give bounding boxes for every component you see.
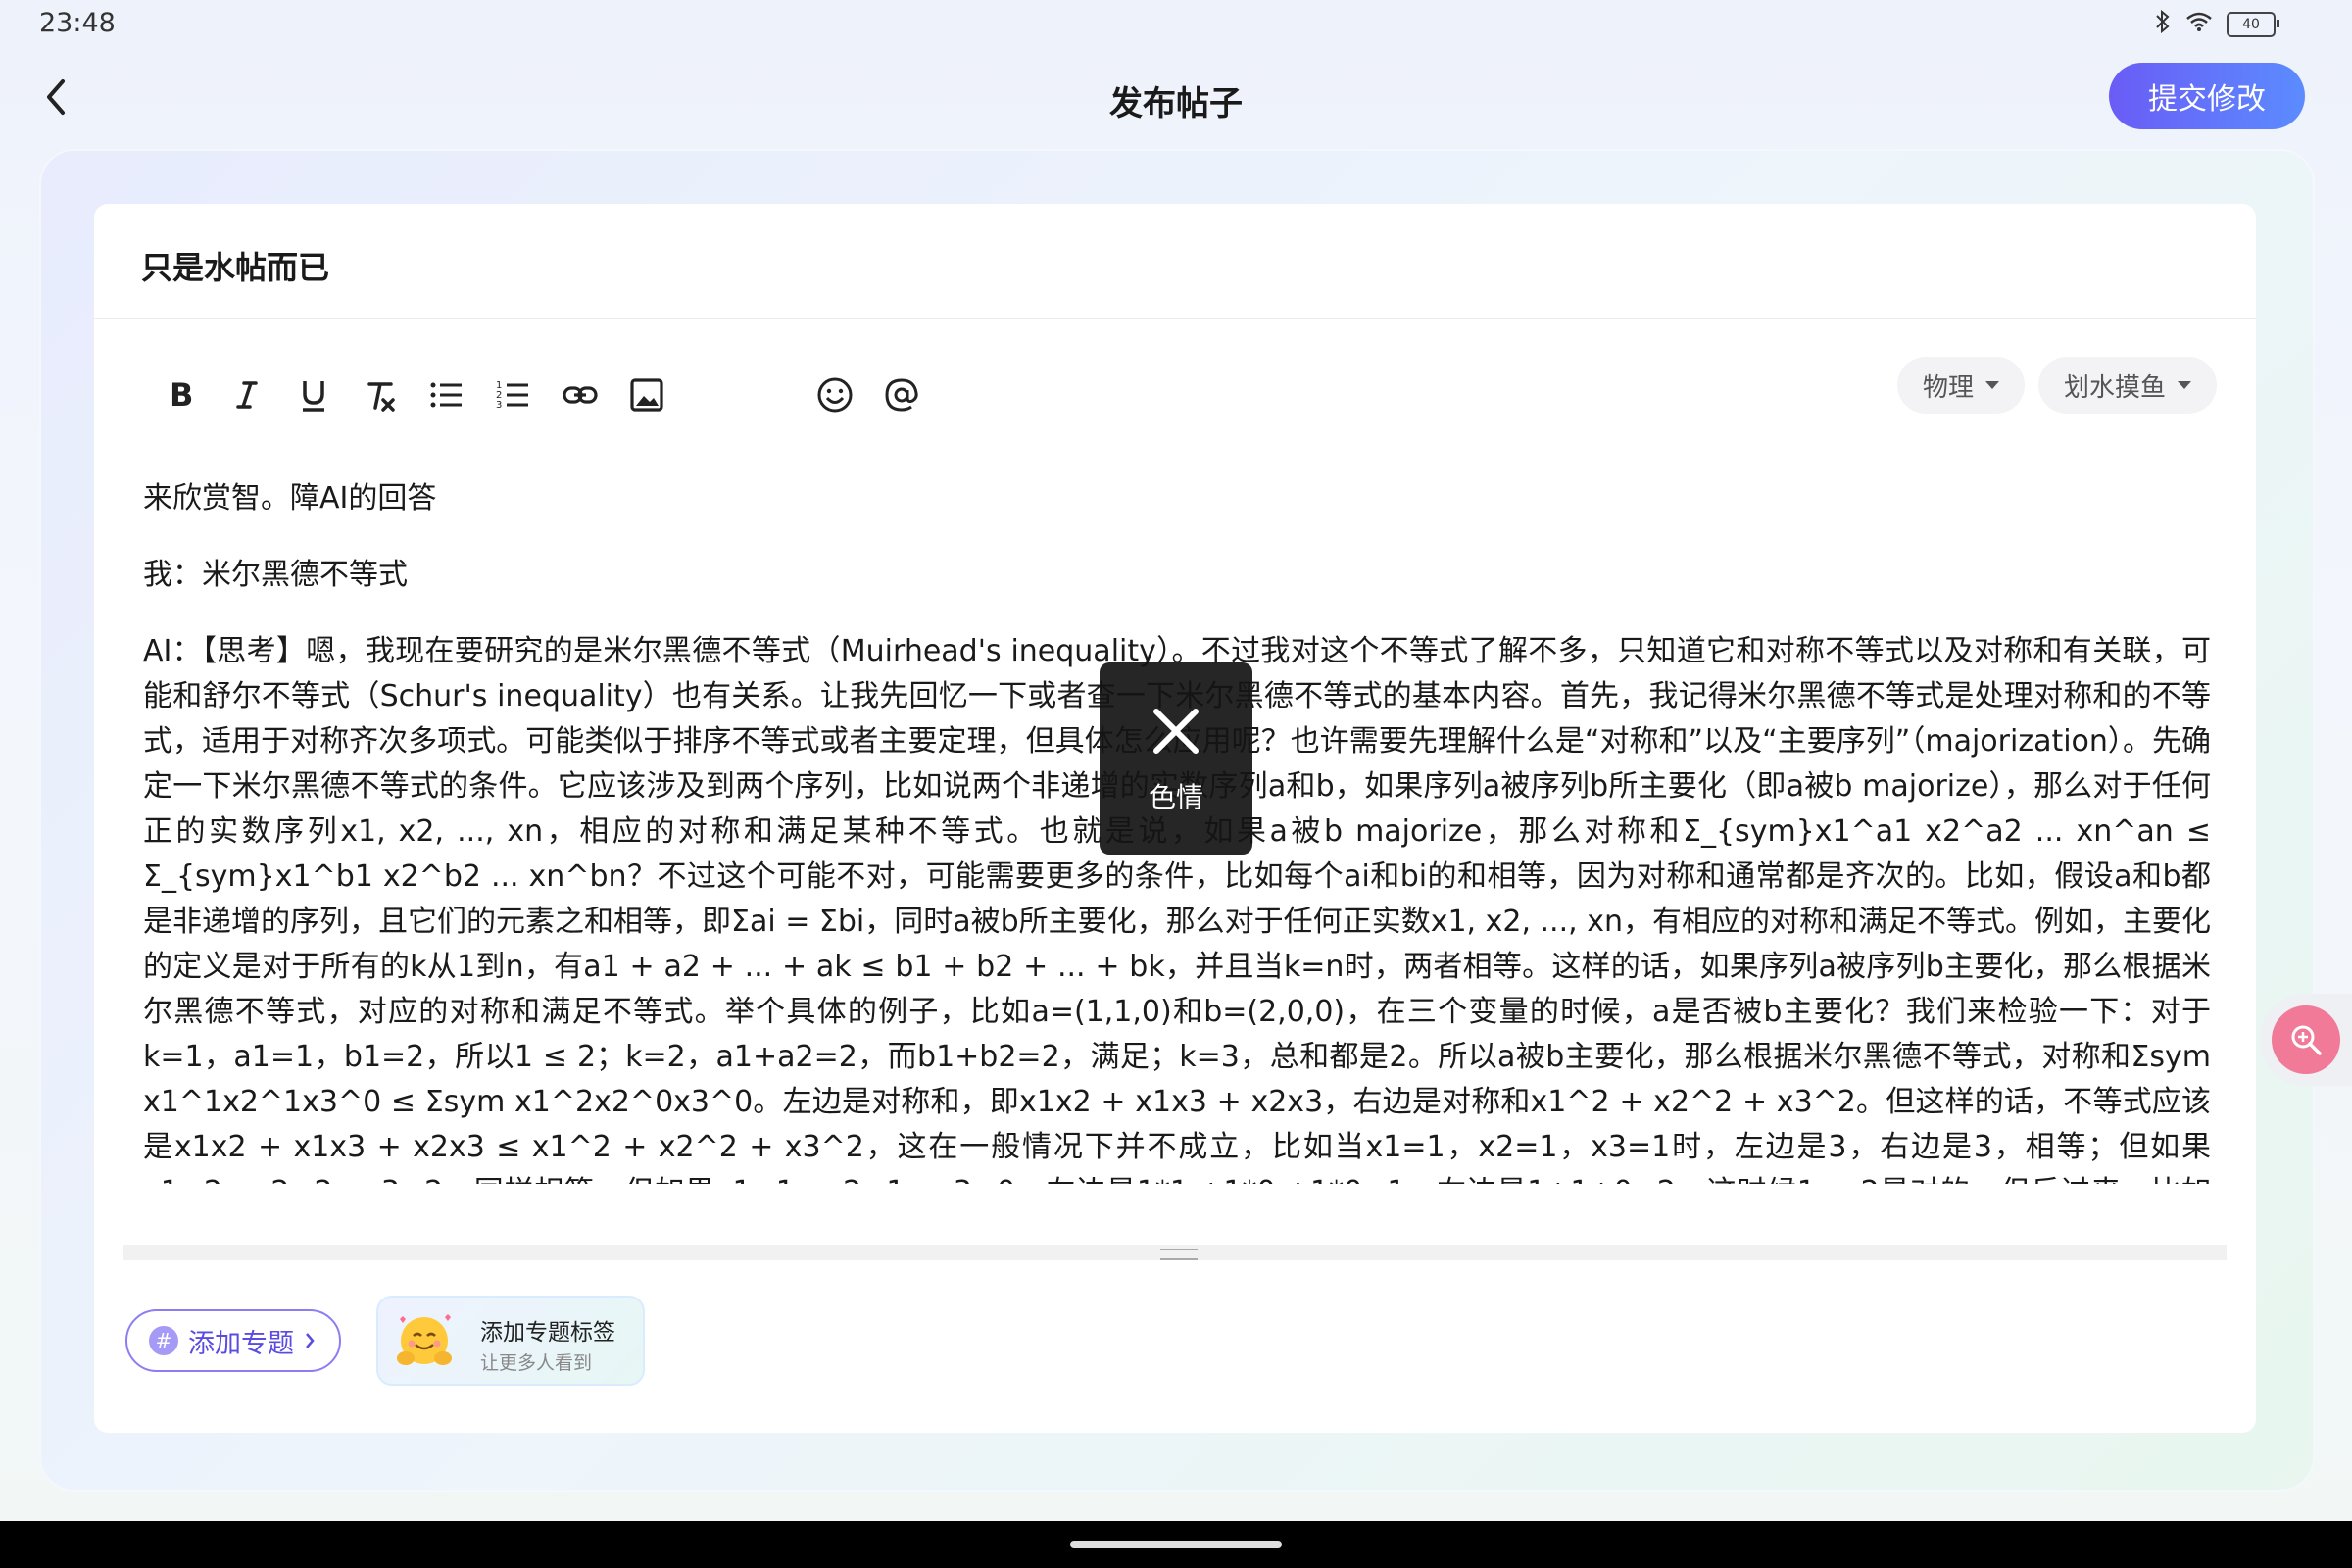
hug-emoji-icon [397, 1314, 452, 1365]
zoom-in-icon [2272, 1005, 2340, 1074]
emoji-icon[interactable] [802, 362, 868, 428]
mention-icon[interactable] [868, 362, 935, 428]
post-title-input[interactable]: 只是水帖而已 [141, 243, 329, 288]
caret-down-icon [2178, 381, 2191, 389]
category-select-secondary[interactable]: 划水摸鱼 [2037, 357, 2217, 414]
topic-tag-hint[interactable]: 添加专题标签 让更多人看到 [376, 1296, 645, 1386]
add-topic-label: 添加专题 [188, 1328, 294, 1359]
system-nav-bar [0, 1521, 2352, 1568]
battery-level: 40 [2242, 17, 2260, 32]
title-row: 只是水帖而已 [94, 204, 2256, 319]
hint-subtitle: 让更多人看到 [480, 1352, 593, 1374]
status-time: 23:48 [39, 8, 116, 38]
category-label: 划水摸鱼 [2063, 372, 2166, 403]
caret-down-icon [1984, 381, 1999, 389]
link-icon[interactable] [547, 362, 613, 428]
category-selectors: 物理 划水摸鱼 [1896, 357, 2217, 414]
svg-text:B: B [170, 376, 193, 414]
numbered-list-icon[interactable]: 123 [480, 362, 547, 428]
close-icon[interactable] [1151, 706, 1201, 757]
image-icon[interactable] [613, 362, 680, 428]
category-label: 物理 [1922, 372, 1974, 403]
clear-format-icon[interactable] [347, 362, 414, 428]
body-paragraph: 我：米尔黑德不等式 [143, 558, 408, 592]
status-icons: 40 [2154, 9, 2279, 39]
submit-changes-button[interactable]: 提交修改 [2109, 63, 2305, 129]
floating-zoom-button[interactable] [2260, 994, 2352, 1086]
header: 发布帖子 提交修改 [0, 49, 2352, 147]
battery-icon: 40 [2227, 12, 2279, 37]
chevron-right-icon [306, 1333, 315, 1348]
hint-title: 添加专题标签 [480, 1320, 615, 1346]
status-bar: 23:48 40 [0, 0, 2352, 49]
hash-icon: # [149, 1326, 178, 1355]
wifi-icon [2185, 11, 2213, 38]
sensitive-content-overlay[interactable]: 色情 [1100, 662, 1252, 855]
category-select-primary[interactable]: 物理 [1896, 357, 2025, 414]
grip-icon [1160, 1249, 1198, 1260]
format-toolbar: B 123 [147, 361, 935, 429]
bluetooth-icon [2154, 9, 2172, 39]
home-indicator[interactable] [1070, 1541, 1282, 1548]
italic-icon[interactable] [214, 362, 280, 428]
svg-text:3: 3 [496, 400, 502, 411]
editor-resize-handle[interactable] [123, 1245, 2227, 1260]
underline-icon[interactable] [280, 362, 347, 428]
page-title: 发布帖子 [1109, 84, 1243, 123]
add-topic-button[interactable]: # 添加专题 [125, 1309, 341, 1372]
overlay-label: 色情 [1148, 781, 1203, 813]
body-paragraph: 来欣赏智。障AI的回答 [143, 481, 437, 515]
bold-icon[interactable]: B [147, 362, 214, 428]
bullet-list-icon[interactable] [414, 362, 480, 428]
